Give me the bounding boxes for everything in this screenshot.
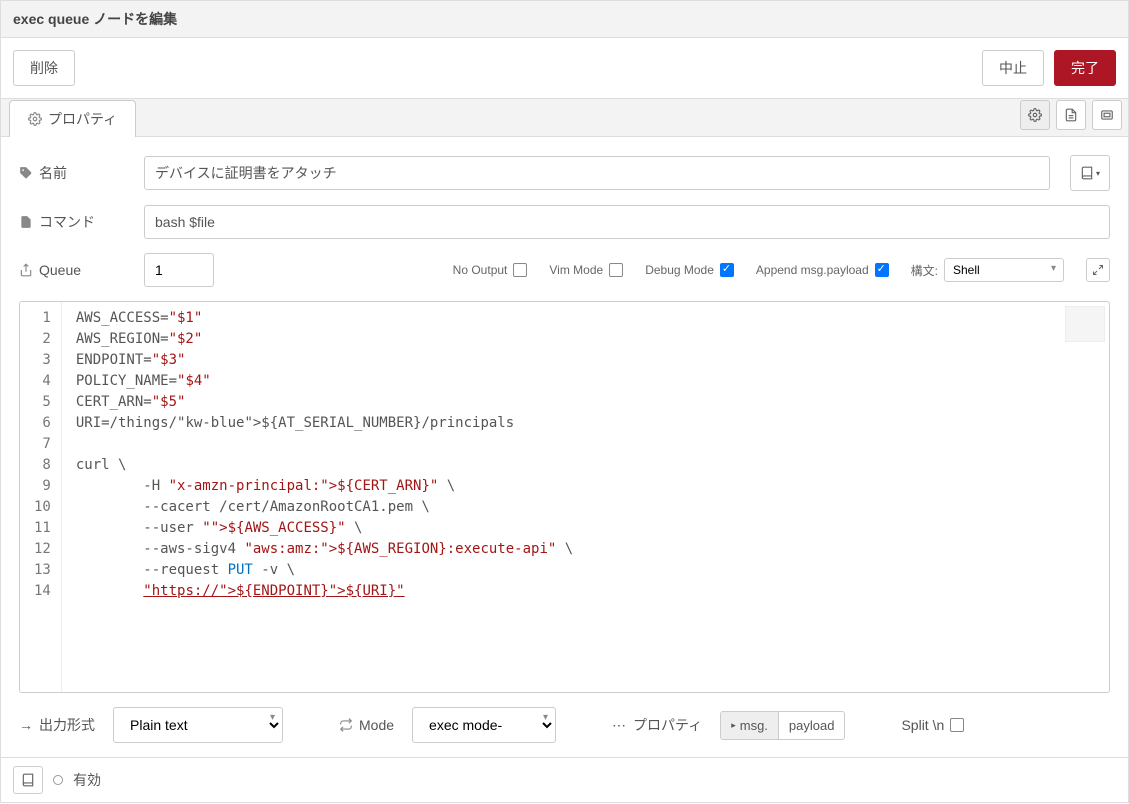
queue-input[interactable] <box>144 253 214 287</box>
file-icon <box>19 215 33 229</box>
command-input[interactable] <box>144 205 1110 239</box>
editor-gutter: 1 2 3 4 5 6 7 8 9 10 11 12 13 14 <box>20 302 62 692</box>
name-input[interactable] <box>144 156 1050 190</box>
append-payload-checkbox[interactable] <box>875 263 889 277</box>
property-label: プロパティ <box>633 715 702 735</box>
gear-icon <box>28 112 42 126</box>
queue-label: Queue <box>39 262 81 278</box>
expand-icon <box>1092 264 1104 276</box>
row-queue: Queue No Output Vim Mode Debug Mode Appe… <box>19 253 1110 287</box>
share-icon <box>19 263 33 277</box>
tab-properties[interactable]: プロパティ <box>9 100 136 137</box>
editor-content[interactable]: AWS_ACCESS="$1" AWS_REGION="$2" ENDPOINT… <box>62 302 1109 692</box>
output-row: → 出力形式 Plain text Mode exec mode- ⋯ <box>19 707 1110 757</box>
book-icon <box>1080 166 1094 180</box>
form-body: 名前 ▾ コマンド Queue No Output <box>1 137 1128 757</box>
done-button[interactable]: 完了 <box>1054 50 1116 86</box>
tab-appearance-icon-button[interactable] <box>1092 100 1122 130</box>
row-command: コマンド <box>19 205 1110 239</box>
name-label: 名前 <box>39 163 67 183</box>
no-output-checkbox[interactable] <box>513 263 527 277</box>
document-icon <box>1064 108 1078 122</box>
arrows-icon <box>339 718 353 732</box>
vim-mode-checkbox[interactable] <box>609 263 623 277</box>
mode-label: Mode <box>359 717 394 733</box>
cancel-button[interactable]: 中止 <box>982 50 1044 86</box>
gear-icon <box>1028 108 1042 122</box>
output-format-label: 出力形式 <box>39 715 95 735</box>
debug-mode-checkbox[interactable] <box>720 263 734 277</box>
dialog-title: exec queue ノードを編集 <box>1 1 1128 38</box>
command-label: コマンド <box>39 212 95 232</box>
mode-select[interactable]: exec mode- <box>412 707 556 743</box>
name-book-icon-button[interactable]: ▾ <box>1070 155 1110 191</box>
editor-minimap[interactable] <box>1065 306 1105 342</box>
delete-button[interactable]: 削除 <box>13 50 75 86</box>
dialog-footer: 有効 <box>1 757 1128 802</box>
book-icon <box>21 773 35 787</box>
tab-bar: プロパティ <box>1 99 1128 137</box>
editor-dialog: exec queue ノードを編集 削除 中止 完了 プロパティ <box>0 0 1129 803</box>
expand-editor-button[interactable] <box>1086 258 1110 282</box>
code-editor[interactable]: 1 2 3 4 5 6 7 8 9 10 11 12 13 14 AWS_ACC… <box>19 301 1110 693</box>
enabled-toggle[interactable]: 有効 <box>53 770 101 790</box>
dialog-toolbar: 削除 中止 完了 <box>1 38 1128 99</box>
status-lamp-icon <box>53 775 63 785</box>
appearance-icon <box>1100 108 1114 122</box>
no-output-label: No Output <box>453 263 508 277</box>
property-typed-input[interactable]: ▸ msg. payload <box>720 711 845 740</box>
tab-settings-icon-button[interactable] <box>1020 100 1050 130</box>
footer-book-icon-button[interactable] <box>13 766 43 794</box>
enabled-label: 有効 <box>73 770 101 790</box>
append-payload-label: Append msg.payload <box>756 263 869 277</box>
property-type-selector[interactable]: ▸ msg. <box>721 712 779 739</box>
syntax-select[interactable]: Shell <box>944 258 1064 282</box>
row-name: 名前 ▾ <box>19 155 1110 191</box>
tab-properties-label: プロパティ <box>48 109 117 129</box>
tag-icon <box>19 166 33 180</box>
debug-mode-label: Debug Mode <box>645 263 714 277</box>
vim-mode-label: Vim Mode <box>549 263 603 277</box>
property-value[interactable]: payload <box>779 712 845 739</box>
output-format-select[interactable]: Plain text <box>113 707 283 743</box>
tab-description-icon-button[interactable] <box>1056 100 1086 130</box>
syntax-label: 構文: <box>911 262 938 279</box>
split-checkbox[interactable] <box>950 718 964 732</box>
split-label: Split \n <box>901 717 944 733</box>
